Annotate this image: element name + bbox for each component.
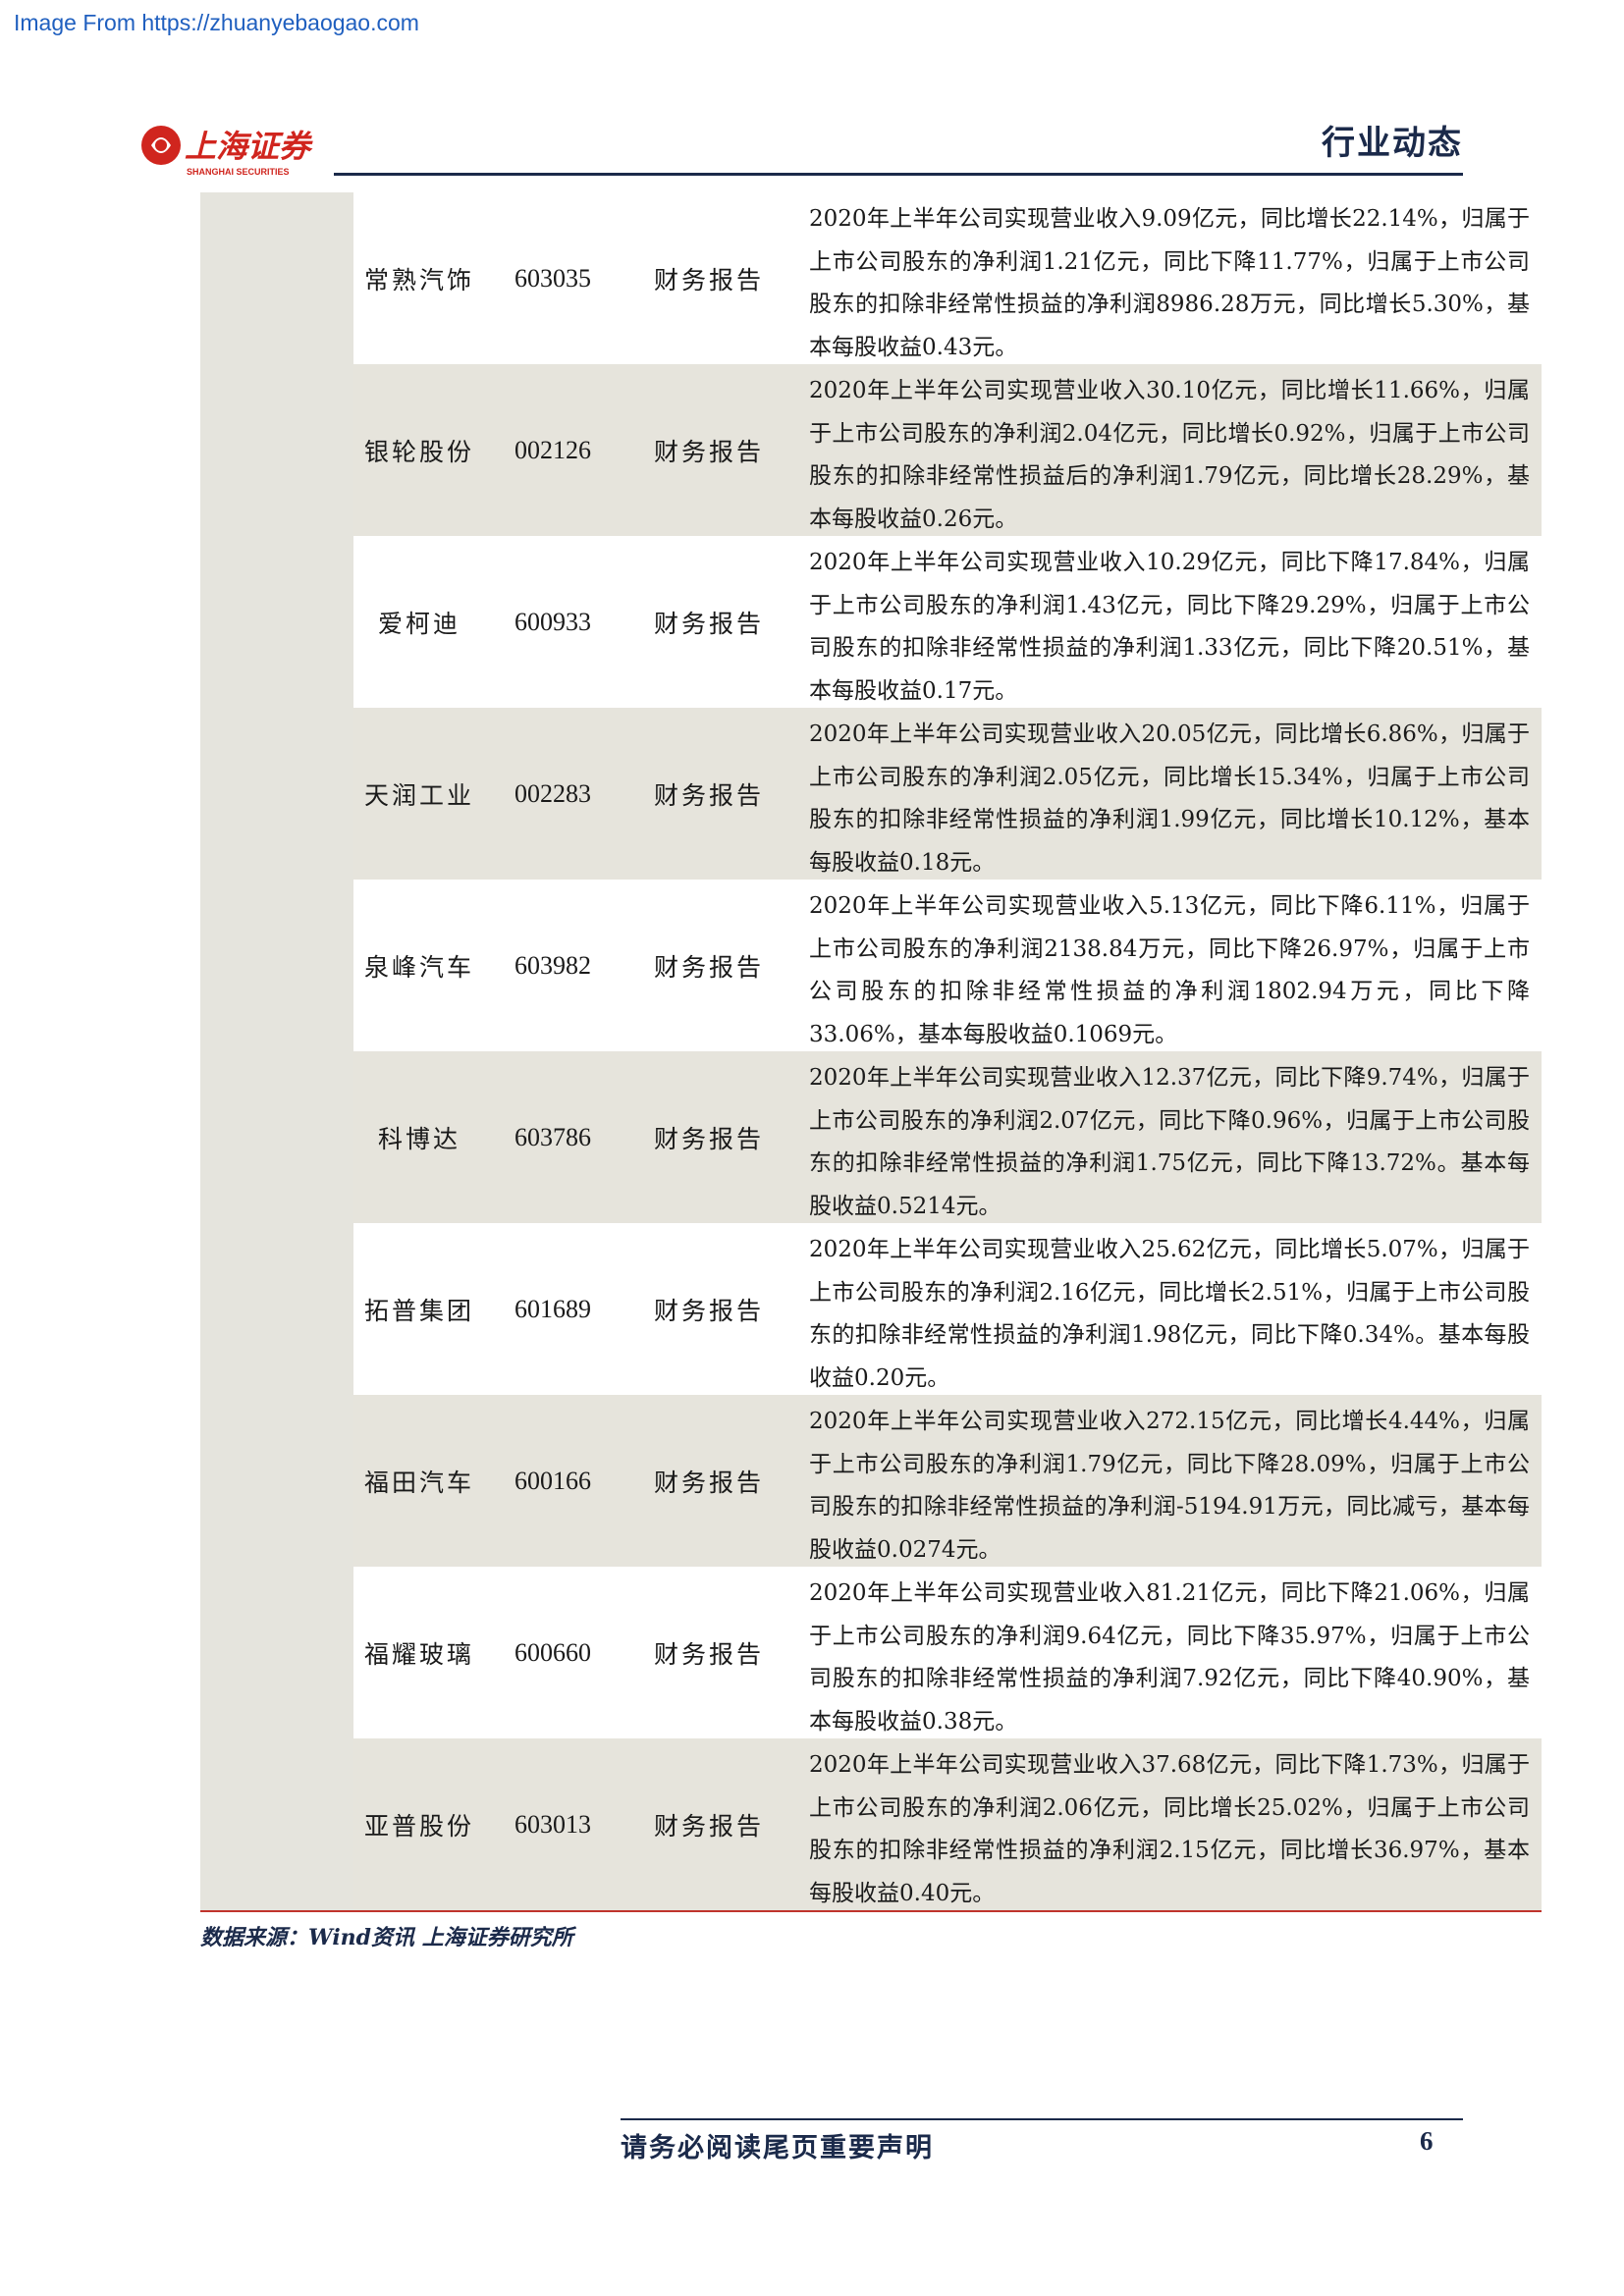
table-row: 爱柯迪 600933 财务报告 2020年上半年公司实现营业收入10.29亿元，同比下… <box>353 536 1542 708</box>
table-row: 科博达 603786 财务报告 2020年上半年公司实现营业收入12.37亿元，同比下… <box>353 1051 1542 1223</box>
company-name: 银轮股份 <box>363 437 474 466</box>
svg-text:上海证券: 上海证券 <box>185 128 313 165</box>
report-summary: 2020年上半年公司实现营业收入9.09亿元，同比增长22.14%，归属于上市公… <box>809 206 1530 360</box>
stock-code: 600166 <box>514 1466 591 1495</box>
data-source-note: 数据来源：Wind资讯 上海证券研究所 <box>200 1925 573 1950</box>
shanghai-securities-logo: 上海证券 SHANGHAI SECURITIES <box>137 120 334 181</box>
report-type: 财务报告 <box>653 265 764 294</box>
report-type: 财务报告 <box>653 609 764 638</box>
category-column-band <box>200 192 353 1910</box>
report-summary: 2020年上半年公司实现营业收入37.68亿元，同比下降1.73%，归属于上市公… <box>809 1752 1530 1906</box>
table-row: 常熟汽饰 603035 财务报告 2020年上半年公司实现营业收入9.09亿元，同比增… <box>353 192 1542 364</box>
report-type: 财务报告 <box>653 1639 764 1669</box>
report-summary: 2020年上半年公司实现营业收入30.10亿元，同比增长11.66%，归属于上市… <box>809 378 1530 532</box>
company-name: 拓普集团 <box>363 1296 474 1325</box>
report-summary: 2020年上半年公司实现营业收入5.13亿元，同比下降6.11%，归属于上市公司… <box>809 893 1530 1047</box>
report-type: 财务报告 <box>653 1468 764 1497</box>
section-title: 行业动态 <box>1322 124 1463 163</box>
stock-code: 603982 <box>514 950 591 980</box>
table-row: 拓普集团 601689 财务报告 2020年上半年公司实现营业收入25.62亿元，同比… <box>353 1223 1542 1395</box>
report-summary: 2020年上半年公司实现营业收入10.29亿元，同比下降17.84%，归属于上市… <box>809 550 1530 704</box>
table-row: 福耀玻璃 600660 财务报告 2020年上半年公司实现营业收入81.21亿元，同比… <box>353 1567 1542 1738</box>
company-name: 天润工业 <box>363 780 474 810</box>
header-divider <box>334 173 1463 176</box>
report-type: 财务报告 <box>653 1296 764 1325</box>
table-row: 亚普股份 603013 财务报告 2020年上半年公司实现营业收入37.68亿元，同比… <box>353 1738 1542 1910</box>
stock-code: 601689 <box>514 1294 591 1323</box>
report-summary: 2020年上半年公司实现营业收入25.62亿元，同比增长5.07%，归属于上市公… <box>809 1237 1530 1391</box>
company-name: 泉峰汽车 <box>363 952 474 982</box>
company-name: 爱柯迪 <box>377 609 460 638</box>
company-name: 福耀玻璃 <box>363 1639 474 1669</box>
company-name: 科博达 <box>377 1124 460 1153</box>
report-summary: 2020年上半年公司实现营业收入81.21亿元，同比下降21.06%，归属于上市… <box>809 1580 1530 1735</box>
watermark-text[interactable]: Image From https://zhuanyebaogao.com <box>14 10 419 36</box>
footer-divider <box>621 2118 1463 2120</box>
report-type: 财务报告 <box>653 1124 764 1153</box>
table-bottom-rule <box>200 1910 1542 1912</box>
report-type: 财务报告 <box>653 780 764 810</box>
page-number: 6 <box>1420 2126 1434 2156</box>
stock-code: 600933 <box>514 607 591 636</box>
report-summary: 2020年上半年公司实现营业收入20.05亿元，同比增长6.86%，归属于上市公… <box>809 721 1530 876</box>
report-summary: 2020年上半年公司实现营业收入272.15亿元，同比增长4.44%，归属于上市… <box>809 1409 1530 1563</box>
table-row: 银轮股份 002126 财务报告 2020年上半年公司实现营业收入30.10亿元，同比… <box>353 364 1542 536</box>
stock-code: 603035 <box>514 263 591 293</box>
report-type: 财务报告 <box>653 437 764 466</box>
svg-text:SHANGHAI SECURITIES: SHANGHAI SECURITIES <box>187 167 290 177</box>
stock-code: 002126 <box>514 435 591 464</box>
stock-code: 603786 <box>514 1122 591 1151</box>
stock-code: 002283 <box>514 778 591 808</box>
report-type: 财务报告 <box>653 952 764 982</box>
report-summary: 2020年上半年公司实现营业收入12.37亿元，同比下降9.74%，归属于上市公… <box>809 1065 1530 1219</box>
stock-code: 600660 <box>514 1637 591 1667</box>
report-type: 财务报告 <box>653 1811 764 1841</box>
company-name: 常熟汽饰 <box>363 265 474 294</box>
table-row: 福田汽车 600166 财务报告 2020年上半年公司实现营业收入272.15亿元，同… <box>353 1395 1542 1567</box>
table-row: 泉峰汽车 603982 财务报告 2020年上半年公司实现营业收入5.13亿元，同比下… <box>353 880 1542 1051</box>
stock-code: 603013 <box>514 1809 591 1839</box>
disclaimer-notice: 请务必阅读尾页重要声明 <box>621 2133 934 2163</box>
table-row: 天润工业 002283 财务报告 2020年上半年公司实现营业收入20.05亿元，同比… <box>353 708 1542 880</box>
company-name: 亚普股份 <box>363 1811 474 1841</box>
company-name: 福田汽车 <box>363 1468 474 1497</box>
